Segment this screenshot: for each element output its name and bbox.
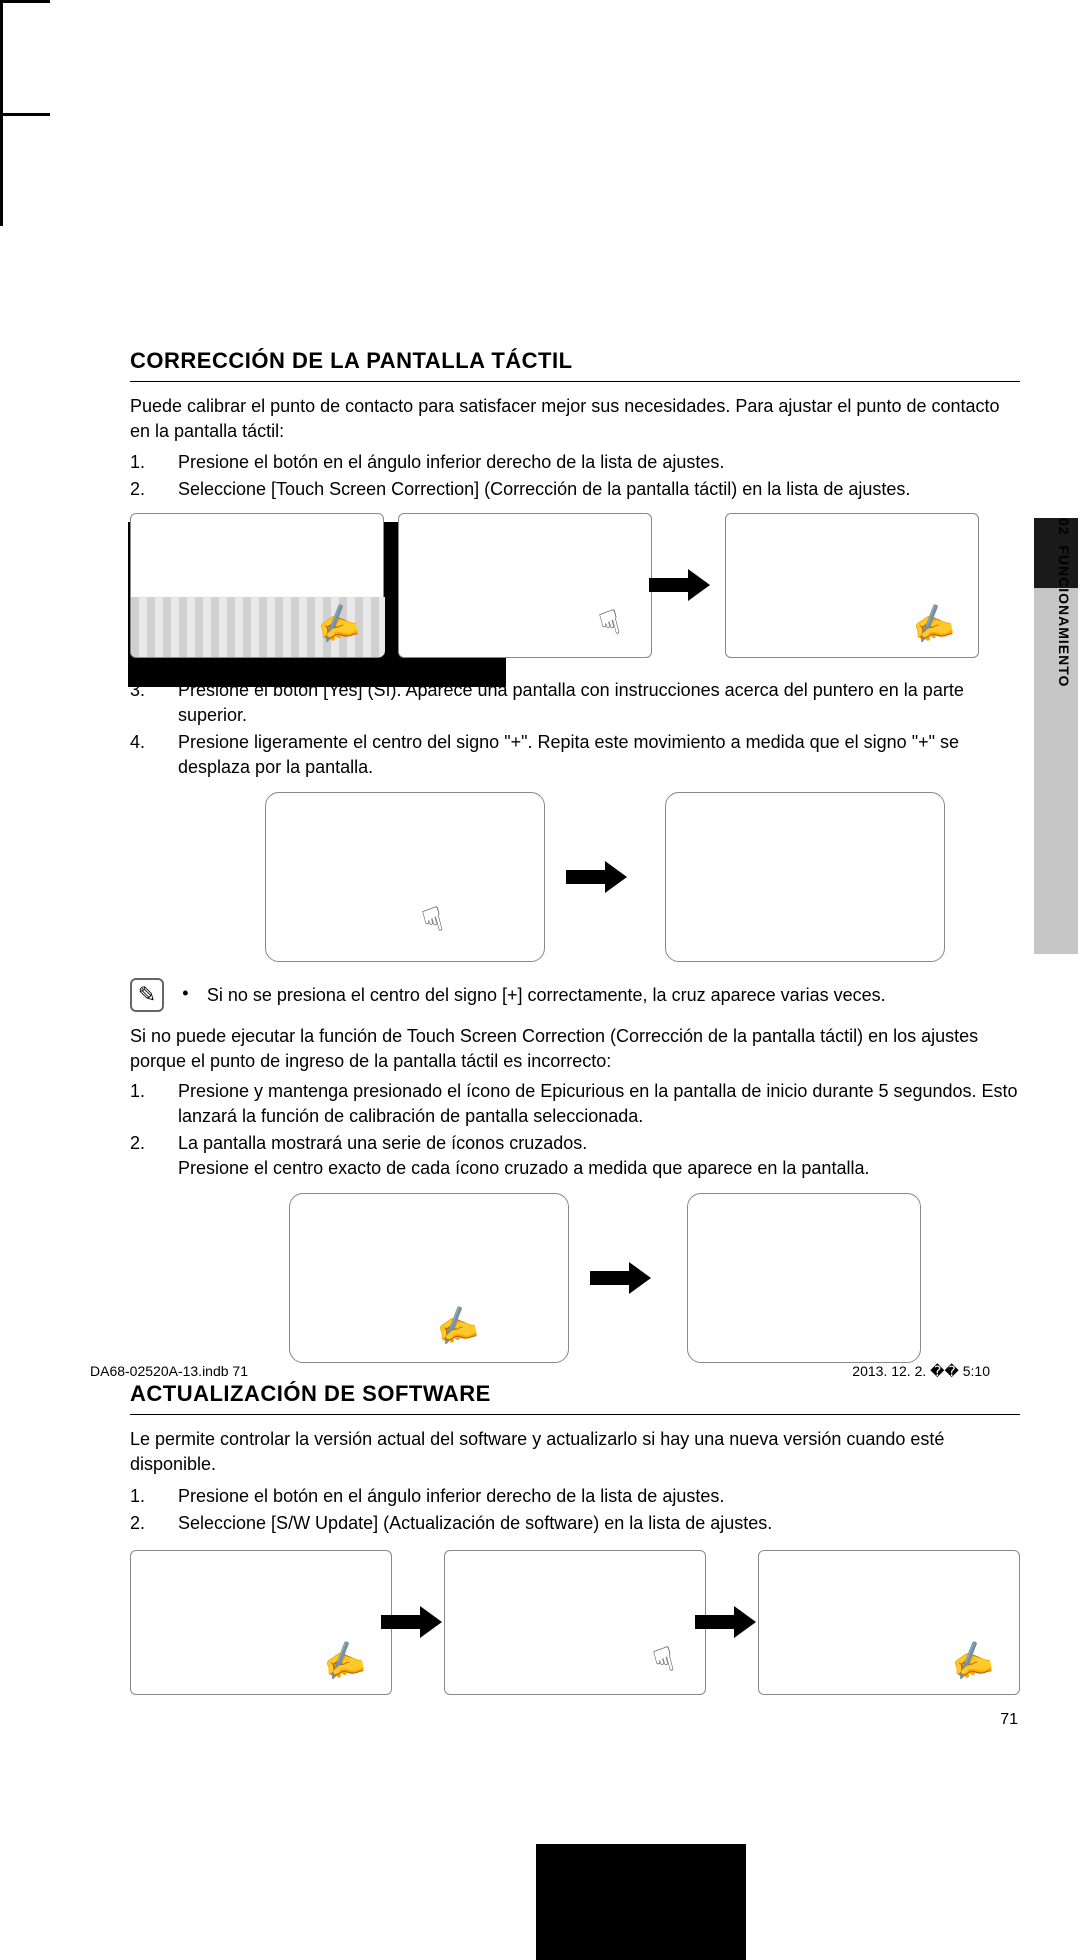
section2-intro: Le permite controlar la versión actual d… xyxy=(130,1427,1020,1477)
screen-panel: ✍ xyxy=(130,1550,392,1695)
tap-hand-icon: ✍ xyxy=(945,1634,998,1691)
tap-hand-icon: ☟ xyxy=(417,896,449,947)
screen-panel: ✍ xyxy=(130,513,384,658)
illustration-row-1: ✍ ☟ ✍ xyxy=(130,513,1020,658)
print-footer: DA68-02520A-13.indb 71 2013. 12. 2. �� 5… xyxy=(90,1362,990,1382)
tap-hand-icon: ☟ xyxy=(648,1637,680,1688)
page-number: 71 xyxy=(130,1709,1018,1731)
note-row: ✎ • Si no se presiona el centro del sign… xyxy=(130,978,1020,1012)
screen-panel: ✍ xyxy=(289,1193,569,1363)
section1-intro: Puede calibrar el punto de contacto para… xyxy=(130,394,1020,444)
screen-panel: ☟ xyxy=(444,1550,706,1695)
step-item: 2. La pantalla mostrará una serie de íco… xyxy=(130,1131,1020,1181)
footer-right: 2013. 12. 2. �� 5:10 xyxy=(852,1362,990,1382)
illustration-row-4: ✍ ☟ ✍ xyxy=(130,1550,1020,1695)
tap-hand-icon: ✍ xyxy=(317,1634,370,1691)
chapter-tab: 02 FUNCIONAMIENTO xyxy=(1034,518,1078,956)
page-content: 02 FUNCIONAMIENTO CORRECCIÓN DE LA PANTA… xyxy=(130,346,1020,1731)
section1-followup: Si no puede ejecutar la función de Touch… xyxy=(130,1024,1020,1074)
note-icon: ✎ xyxy=(130,978,164,1012)
screen-panel xyxy=(665,792,945,962)
step-item: 1. Presione el botón en el ángulo inferi… xyxy=(130,1484,1020,1509)
section-heading-touchscreen: CORRECCIÓN DE LA PANTALLA TÁCTIL xyxy=(130,346,1020,382)
note-text: Si no se presiona el centro del signo [+… xyxy=(207,983,886,1008)
footer-left: DA68-02520A-13.indb 71 xyxy=(90,1362,248,1382)
step-item: 2. Seleccione [S/W Update] (Actualizació… xyxy=(130,1511,1020,1536)
screen-panel: ☟ xyxy=(398,513,652,658)
step-item: 1. Presione el botón en el ángulo inferi… xyxy=(130,450,1020,475)
tap-hand-icon: ✍ xyxy=(430,1298,483,1355)
screen-panel: ✍ xyxy=(758,1550,1020,1695)
redaction-block xyxy=(536,1844,746,1960)
illustration-row-3: ✍ xyxy=(190,1193,1020,1363)
step-item: 2. Seleccione [Touch Screen Correction] … xyxy=(130,477,1020,502)
illustration-row-2: ☟ xyxy=(190,792,1020,962)
step-item: 1. Presione y mantenga presionado el íco… xyxy=(130,1079,1020,1129)
screen-panel: ☟ xyxy=(265,792,545,962)
section-heading-software: ACTUALIZACIÓN DE SOFTWARE xyxy=(130,1379,1020,1415)
screen-panel: ✍ xyxy=(725,513,979,658)
screen-panel xyxy=(687,1193,921,1363)
tap-hand-icon: ☟ xyxy=(594,599,626,650)
chapter-tab-label: 02 FUNCIONAMIENTO xyxy=(1053,518,1073,687)
step-item: 4. Presione ligeramente el centro del si… xyxy=(130,730,1020,780)
tap-hand-icon: ✍ xyxy=(906,596,959,653)
